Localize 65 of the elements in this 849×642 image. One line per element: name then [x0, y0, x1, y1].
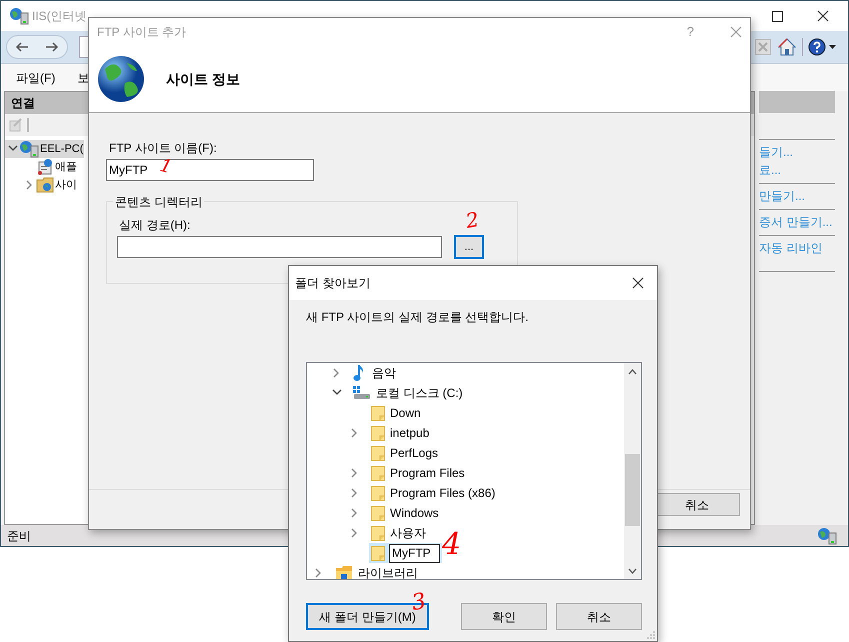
tree-item[interactable]: Program Files	[307, 463, 467, 483]
field-label: FTP 사이트 이름(F):	[108, 140, 217, 157]
back-forward-button[interactable]	[6, 35, 68, 59]
tree-item[interactable]: Program Files (x86)	[307, 483, 498, 503]
folder-icon	[371, 485, 385, 501]
drive-icon	[353, 386, 371, 400]
tree-item[interactable]: inetpub	[307, 423, 432, 443]
folder-icon	[371, 425, 385, 441]
menu-item[interactable]: 보	[77, 68, 90, 86]
annotation-number: 2	[464, 209, 480, 231]
tree-item[interactable]: Down	[307, 403, 423, 423]
folder-icon	[371, 445, 385, 461]
folder-icon	[371, 525, 385, 541]
tree-item[interactable]: 로컬 디스크 (C:)	[307, 383, 465, 403]
home-icon	[778, 38, 796, 56]
app-pool-icon	[36, 158, 54, 176]
dialog-message: 새 FTP 사이트의 실제 경로를 선택합니다.	[305, 309, 530, 326]
stop-icon	[755, 39, 771, 55]
dialog-title: 폴더 찾아보기	[295, 275, 370, 292]
dialog-button[interactable]: 확인	[461, 603, 547, 630]
annotation-number: 4	[442, 530, 462, 560]
maximize-icon	[772, 10, 783, 22]
back-arrow-icon	[15, 42, 29, 52]
annotation-number: 1	[158, 156, 174, 178]
field-label: 실제 경로(H):	[118, 217, 190, 234]
scroll-down-icon	[628, 568, 637, 574]
tree-item[interactable]: 사이	[5, 176, 78, 194]
server-globe-icon	[19, 140, 39, 158]
tree-item[interactable]: 음악	[307, 363, 398, 383]
dialog-button[interactable]: 취소	[556, 603, 642, 630]
folder-icon	[371, 545, 385, 561]
browse-button[interactable]: ...	[454, 235, 484, 259]
dialog-heading: 사이트 정보	[166, 70, 240, 88]
tree-item[interactable]: MyFTP	[369, 543, 442, 563]
connect-icon	[9, 118, 23, 132]
window-title: IIS(인터넷	[32, 8, 87, 25]
resize-grip-icon	[647, 631, 655, 639]
input-field[interactable]	[117, 236, 442, 258]
close-icon	[632, 277, 644, 289]
close-icon	[817, 10, 829, 22]
menu-item[interactable]: 파일(F)	[16, 68, 56, 86]
sites-folder-icon	[36, 177, 54, 193]
dialog-title: FTP 사이트 추가	[97, 24, 186, 41]
tree-item[interactable]: 사용자	[307, 523, 428, 543]
close-icon	[730, 26, 742, 38]
help-icon	[808, 38, 826, 56]
rename-field[interactable]: MyFTP	[389, 544, 440, 562]
status-text: 준비	[7, 528, 31, 544]
tree-item[interactable]: Windows	[307, 503, 441, 523]
tree-item[interactable]: 애플	[5, 158, 78, 176]
scrollbar[interactable]	[624, 363, 641, 579]
folder-icon	[371, 505, 385, 521]
tree-item[interactable]: PerfLogs	[307, 443, 440, 463]
forward-arrow-icon	[45, 42, 59, 52]
tree-item[interactable]: EEL-PC(	[5, 140, 84, 158]
library-icon	[335, 565, 353, 579]
tree-item[interactable]: 라이브러리	[307, 563, 420, 579]
scrollbar-thumb[interactable]	[625, 454, 640, 526]
server-globe-icon	[817, 526, 837, 544]
scroll-up-icon	[628, 369, 637, 375]
server-globe-icon	[9, 7, 29, 25]
dropdown-icon	[829, 45, 836, 49]
folder-icon	[371, 405, 385, 421]
globe-icon	[97, 55, 145, 103]
folder-icon	[371, 465, 385, 481]
